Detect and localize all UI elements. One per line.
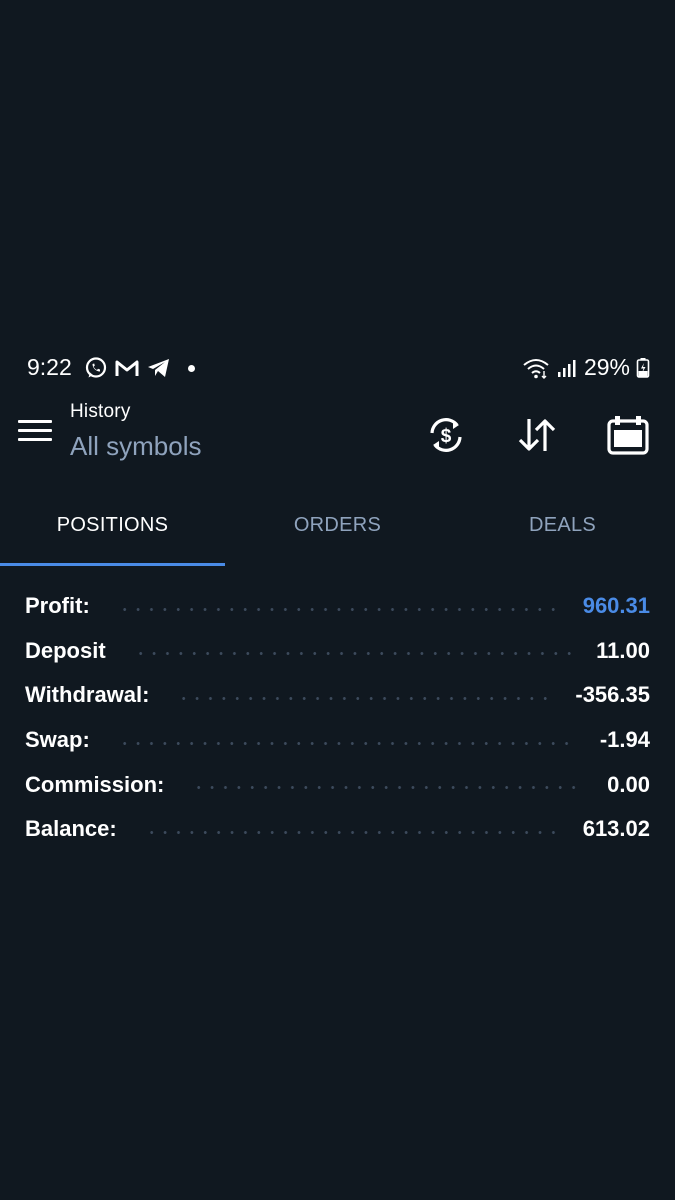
tab-positions[interactable]: POSITIONS [0, 490, 225, 566]
withdrawal-label: Withdrawal: [25, 682, 150, 708]
calendar-button[interactable] [606, 413, 650, 457]
summary-row-commission: Commission: 0.00 [25, 762, 650, 807]
sort-icon [518, 419, 556, 451]
summary-row-deposit: Deposit 11.00 [25, 629, 650, 674]
currency-exchange-button[interactable]: $ [424, 413, 468, 457]
battery-charging-icon [636, 357, 650, 378]
dotted-leader [133, 652, 575, 656]
gmail-icon [115, 360, 139, 376]
battery-percent: 29% [583, 354, 630, 380]
svg-text:$: $ [441, 426, 452, 447]
balance-label: Balance: [25, 816, 117, 842]
deposit-value: 11.00 [596, 637, 650, 663]
menu-icon-line [18, 429, 52, 432]
sort-button[interactable] [515, 413, 559, 457]
menu-button[interactable] [18, 420, 52, 446]
more-notifications-dot [188, 364, 195, 372]
notification-icons [84, 356, 195, 380]
tab-label: POSITIONS [56, 514, 169, 536]
signal-icon [557, 359, 576, 377]
balance-value: 613.02 [582, 816, 650, 842]
summary-row-withdrawal: Withdrawal: -356.35 [25, 673, 650, 718]
history-summary: Profit: 960.31 Deposit 11.00 Withdrawal:… [25, 584, 650, 852]
tab-bar: POSITIONS ORDERS DEALS [0, 490, 675, 566]
commission-value: 0.00 [607, 771, 650, 797]
page-title: History [70, 401, 131, 422]
menu-icon-line [18, 438, 52, 441]
status-time: 9:22 [27, 354, 72, 380]
symbol-filter[interactable]: All symbols [70, 431, 201, 462]
tab-deals[interactable]: DEALS [450, 490, 675, 566]
commission-label: Commission: [25, 771, 165, 797]
profit-label: Profit: [25, 593, 90, 619]
telegram-icon [148, 359, 169, 377]
title-block: History All symbols [70, 401, 201, 462]
system-icons: 29% [522, 354, 650, 381]
dotted-leader [177, 696, 554, 700]
deposit-label: Deposit [25, 637, 106, 663]
wifi-icon [523, 358, 549, 379]
swap-label: Swap: [25, 727, 90, 753]
dotted-leader [192, 786, 586, 790]
app-bar: History All symbols $ [0, 395, 675, 475]
profit-value: 960.31 [582, 593, 650, 619]
dotted-leader [144, 830, 561, 834]
summary-row-profit: Profit: 960.31 [25, 584, 650, 629]
menu-icon-line [18, 420, 52, 423]
currency-exchange-icon: $ [430, 418, 462, 452]
summary-row-swap: Swap: -1.94 [25, 718, 650, 763]
whatsapp-icon [85, 357, 107, 378]
tab-orders[interactable]: ORDERS [225, 490, 450, 566]
tab-label: ORDERS [293, 514, 382, 536]
dotted-leader [117, 607, 561, 611]
dotted-leader [117, 741, 578, 745]
active-tab-indicator [0, 563, 225, 566]
tab-label: DEALS [528, 514, 597, 536]
calendar-icon [607, 416, 649, 455]
swap-value: -1.94 [599, 727, 650, 753]
summary-row-balance: Balance: 613.02 [25, 807, 650, 852]
withdrawal-value: -356.35 [575, 682, 650, 708]
status-bar: 9:22 29% [0, 348, 675, 386]
